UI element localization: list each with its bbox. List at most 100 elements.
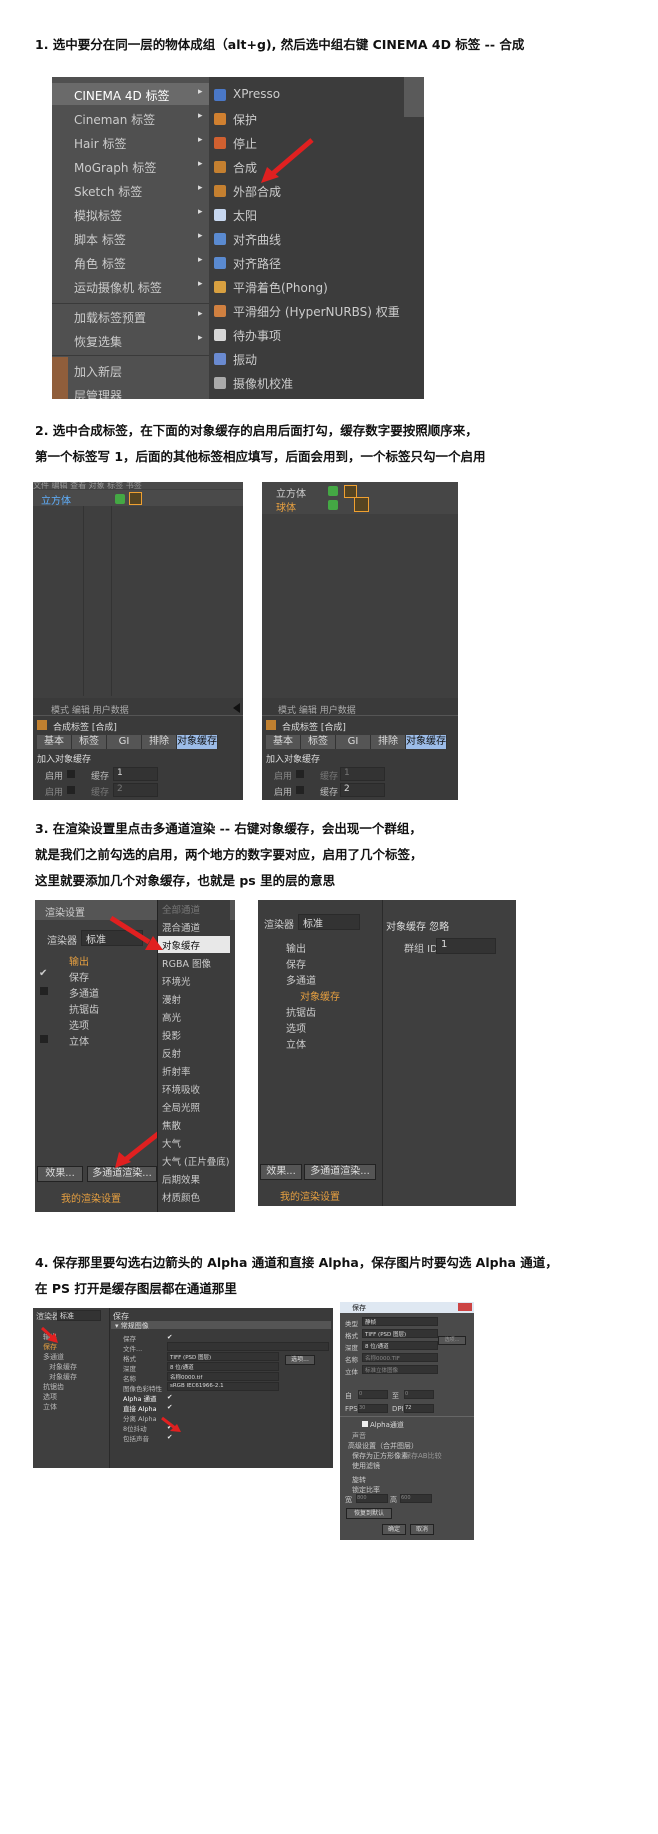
menu-item-right-9[interactable]: 平滑细分 (HyperNURBS) 权重 — [233, 303, 400, 320]
popup-item-8[interactable]: 反射 — [162, 1046, 181, 1060]
renderer-select[interactable]: 标准 — [298, 914, 360, 930]
menu-item-right-4[interactable]: 外部合成 — [233, 183, 281, 200]
tree-item-3[interactable]: 对象缓存 — [300, 988, 340, 1003]
tree-item-0[interactable]: 输出 — [69, 953, 89, 968]
object-name[interactable]: 立方体 — [41, 492, 71, 507]
tree-item-4[interactable]: 对象缓存 — [49, 1372, 77, 1382]
popup-item-6[interactable]: 高光 — [162, 1010, 181, 1024]
tree-item-0[interactable]: 输出 — [43, 1332, 57, 1342]
popup-item-0[interactable]: 全部通道 — [162, 902, 200, 916]
collapse-arrow-icon[interactable] — [233, 703, 240, 713]
fps-field[interactable]: 30 — [358, 1404, 388, 1413]
tab-object-buffer[interactable]: 对象缓存 — [406, 735, 447, 749]
check-icon[interactable]: ✔ — [39, 968, 47, 979]
dialog-row-select-3[interactable]: 名称0000.TIF — [362, 1353, 438, 1362]
popup-item-14[interactable]: 大气 (正片叠底) — [162, 1154, 229, 1168]
menu-item-left-0[interactable]: CINEMA 4D 标签 — [74, 87, 170, 104]
tree-item-1[interactable]: 保存 — [286, 956, 306, 971]
menu-item-right-5[interactable]: 太阳 — [233, 207, 257, 224]
save-row-select-2[interactable]: TIFF (PSD 图层) — [167, 1352, 279, 1361]
save-row-check-9[interactable]: ✔ — [167, 1423, 172, 1431]
save-row-select-3[interactable]: 8 位/通道 — [167, 1362, 279, 1371]
dialog-row-select-0[interactable]: 静帧 — [362, 1317, 438, 1326]
renderer-select[interactable]: 标准 — [81, 930, 143, 946]
popup-item-1[interactable]: 混合通道 — [162, 920, 200, 934]
reset-defaults-button[interactable]: 恢复到默认 — [346, 1508, 392, 1519]
enable-checkbox-2[interactable] — [67, 786, 75, 794]
menu-item-left-2[interactable]: Hair 标签 — [74, 135, 126, 152]
menu-item-right-11[interactable]: 振动 — [233, 351, 257, 368]
tab-gi[interactable]: GI — [107, 735, 142, 749]
preset-name[interactable]: 我的渲染设置 — [61, 1190, 121, 1205]
ok-button[interactable]: 确定 — [382, 1524, 406, 1535]
popup-item-9[interactable]: 折射率 — [162, 1064, 191, 1078]
preset-name[interactable]: 我的渲染设置 — [280, 1188, 340, 1203]
tree-item-2[interactable]: 多通道 — [286, 972, 316, 987]
tab-gi[interactable]: GI — [336, 735, 371, 749]
menu-item-left-9[interactable]: 加载标签预置 — [74, 309, 146, 326]
tree-item-4[interactable]: 抗锯齿 — [286, 1004, 316, 1019]
width-field[interactable]: 800 — [356, 1494, 388, 1503]
tab-object-buffer[interactable]: 对象缓存 — [177, 735, 218, 749]
popup-item-10[interactable]: 环境吸收 — [162, 1082, 200, 1096]
menu-item-right-3[interactable]: 合成 — [233, 159, 257, 176]
save-row-check-6[interactable]: ✔ — [167, 1393, 172, 1401]
tree-item-5[interactable]: 立体 — [69, 1033, 89, 1048]
compositing-tag-icon-2[interactable] — [354, 497, 369, 512]
popup-item-12[interactable]: 焦散 — [162, 1118, 181, 1132]
save-row-check-7[interactable]: ✔ — [167, 1403, 172, 1411]
multipass-button[interactable]: 多通道渲染... — [304, 1164, 376, 1180]
cache-field-1[interactable]: 1 — [340, 767, 385, 781]
tree-item-5[interactable]: 抗锯齿 — [43, 1382, 64, 1392]
cancel-button[interactable]: 取消 — [410, 1524, 434, 1535]
menu-item-right-0[interactable]: XPresso — [233, 87, 280, 101]
popup-item-13[interactable]: 大气 — [162, 1136, 181, 1150]
menu-item-right-12[interactable]: 摄像机校准 — [233, 375, 293, 392]
popup-item-3[interactable]: RGBA 图像 — [162, 956, 211, 970]
save-row-field-1[interactable] — [167, 1342, 329, 1351]
tab-basic[interactable]: 基本 — [266, 735, 301, 749]
menu-item-left-4[interactable]: Sketch 标签 — [74, 183, 142, 200]
tree-item-6[interactable]: 选项 — [43, 1392, 57, 1402]
tab-tag[interactable]: 标签 — [301, 735, 336, 749]
dialog-row-select-4[interactable]: 标准立体图像 — [362, 1365, 438, 1374]
menu-item-left-8[interactable]: 运动摄像机 标签 — [74, 279, 162, 296]
menu-item-left-10[interactable]: 恢复选集 — [74, 333, 122, 350]
tree-item-6[interactable]: 立体 — [286, 1036, 306, 1051]
menu-item-right-2[interactable]: 停止 — [233, 135, 257, 152]
alpha-channel-checkbox[interactable] — [362, 1421, 368, 1427]
options-button[interactable]: 选项... — [438, 1336, 466, 1345]
from-field[interactable]: 0 — [358, 1390, 388, 1399]
tree-item-5[interactable]: 选项 — [286, 1020, 306, 1035]
save-row-select-4[interactable]: 名称0000.tif — [167, 1372, 279, 1381]
group-id-field[interactable]: 1 — [436, 938, 496, 954]
popup-item-5[interactable]: 漫射 — [162, 992, 181, 1006]
tab-exclude[interactable]: 排除 — [371, 735, 406, 749]
popup-item-2[interactable]: 对象缓存 — [162, 938, 200, 952]
popup-item-7[interactable]: 投影 — [162, 1028, 181, 1042]
menu-item-right-8[interactable]: 平滑着色(Phong) — [233, 279, 328, 296]
close-icon[interactable] — [458, 1303, 472, 1311]
object-name-1[interactable]: 立方体 — [276, 485, 306, 500]
enable-checkbox-2[interactable] — [296, 786, 304, 794]
menu-item-left-11[interactable]: 加入新层 — [74, 363, 122, 380]
dialog-row-select-2[interactable]: 8 位/通道 — [362, 1341, 438, 1350]
tab-tag[interactable]: 标签 — [72, 735, 107, 749]
save-row-check-10[interactable]: ✔ — [167, 1433, 172, 1441]
popup-item-16[interactable]: 材质颜色 — [162, 1190, 200, 1204]
menu-item-right-1[interactable]: 保护 — [233, 111, 257, 128]
popup-item-15[interactable]: 后期效果 — [162, 1172, 200, 1186]
cache-field-1[interactable]: 1 — [113, 767, 158, 781]
checkbox-icon[interactable] — [40, 1035, 48, 1043]
to-field[interactable]: 0 — [404, 1390, 434, 1399]
dpi-field[interactable]: 72 — [404, 1404, 434, 1413]
height-field[interactable]: 600 — [400, 1494, 432, 1503]
tab-basic[interactable]: 基本 — [37, 735, 72, 749]
effects-button[interactable]: 效果... — [260, 1164, 302, 1180]
renderer-select[interactable]: 标准 — [57, 1310, 101, 1321]
tree-item-1[interactable]: 保存 — [69, 969, 89, 984]
menu-item-left-6[interactable]: 脚本 标签 — [74, 231, 126, 248]
dialog-row-select-1[interactable]: TIFF (PSD 图层) — [362, 1329, 438, 1338]
options-button[interactable]: 选项... — [285, 1355, 315, 1365]
cache-field-2[interactable]: 2 — [113, 783, 158, 797]
